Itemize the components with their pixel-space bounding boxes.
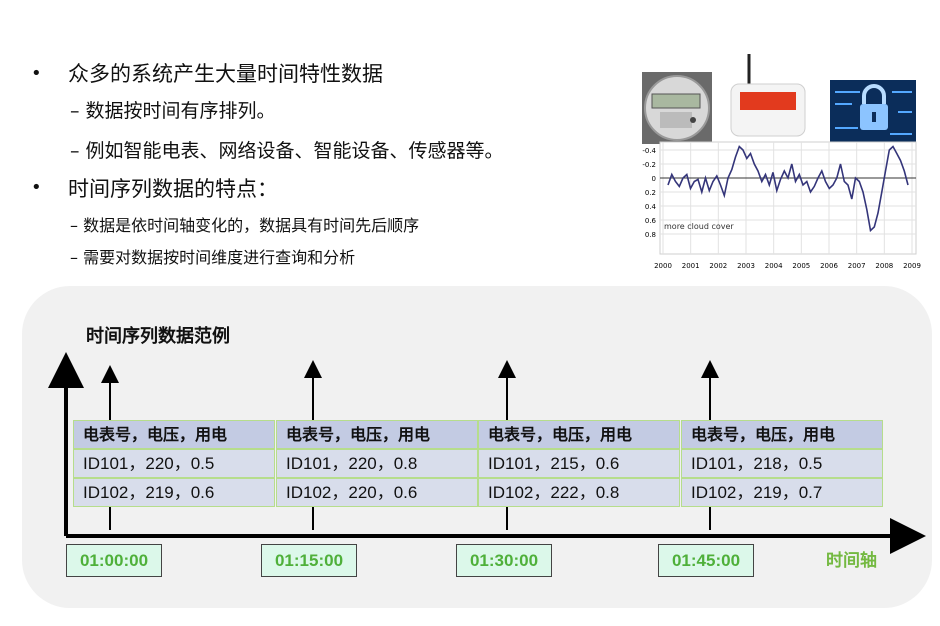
block-header: 电表号，电压，用电	[478, 420, 680, 449]
time-label-4: 01:45:00	[658, 544, 754, 577]
block-row-id101: ID101，220，0.5	[73, 449, 275, 478]
time-axis-diagram	[48, 352, 926, 554]
time-axis-label: 时间轴	[826, 551, 877, 571]
block-row-id101: ID101，220，0.8	[276, 449, 478, 478]
time-label-1: 01:00:00	[66, 544, 162, 577]
block-row-id102: ID102，219，0.6	[73, 478, 275, 507]
data-block-3: 电表号，电压，用电 ID101，215，0.6 ID102，222，0.8	[478, 420, 680, 508]
data-block-1: 电表号，电压，用电 ID101，220，0.5 ID102，219，0.6	[73, 420, 275, 508]
data-block-4: 电表号，电压，用电 ID101，218，0.5 ID102，219，0.7	[681, 420, 883, 508]
block-row-id101: ID101，218，0.5	[681, 449, 883, 478]
block-row-id102: ID102，222，0.8	[478, 478, 680, 507]
block-header: 电表号，电压，用电	[73, 420, 275, 449]
block-header: 电表号，电压，用电	[276, 420, 478, 449]
block-header: 电表号，电压，用电	[681, 420, 883, 449]
block-row-id102: ID102，219，0.7	[681, 478, 883, 507]
time-label-3: 01:30:00	[456, 544, 552, 577]
time-label-2: 01:15:00	[261, 544, 357, 577]
data-block-2: 电表号，电压，用电 ID101，220，0.8 ID102，220，0.6	[276, 420, 478, 508]
block-row-id102: ID102，220，0.6	[276, 478, 478, 507]
block-row-id101: ID101，215，0.6	[478, 449, 680, 478]
